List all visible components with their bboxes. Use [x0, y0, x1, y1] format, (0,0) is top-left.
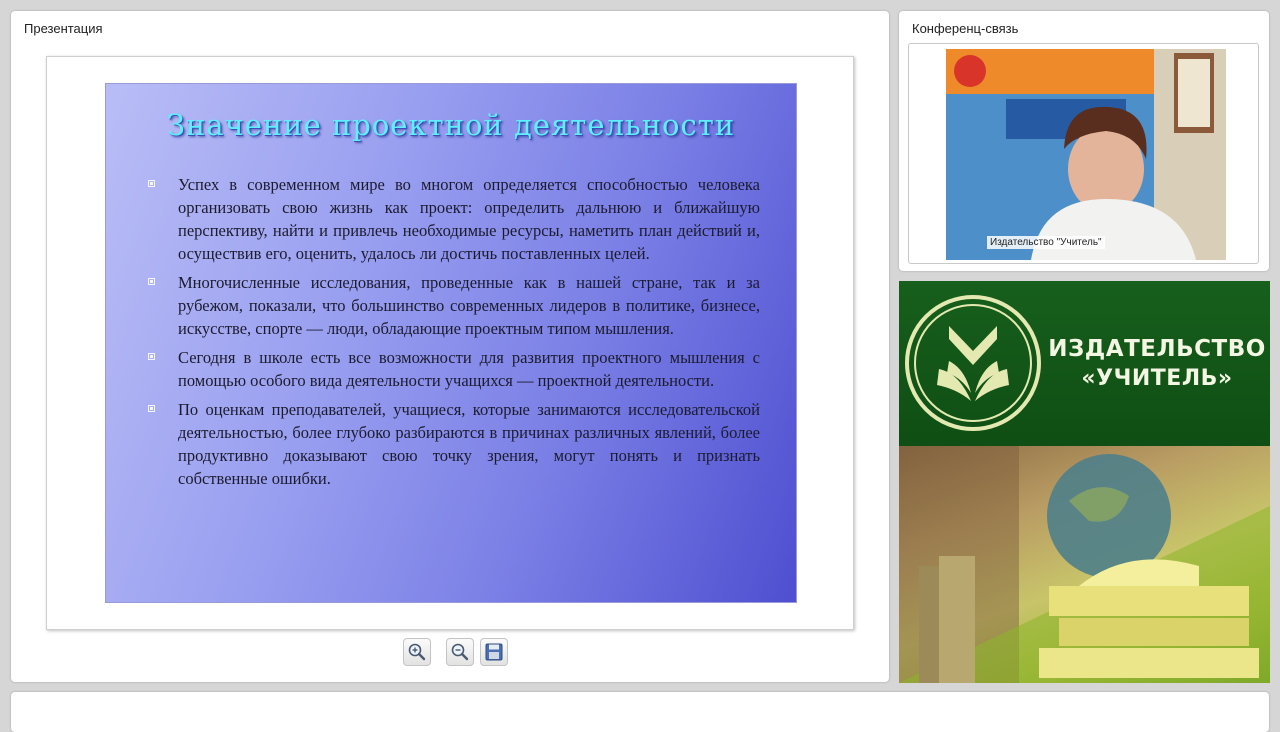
brand-name-line2: «УЧИТЕЛЬ» — [1081, 366, 1233, 391]
slide: Значение проектной деятельности Успех в … — [105, 83, 797, 603]
zoom-out-button[interactable] — [446, 638, 474, 666]
slide-bullet-text: Успех в современном мире во многом опред… — [178, 175, 760, 263]
floppy-disk-icon — [485, 643, 503, 661]
slide-bullet: Сегодня в школе есть все возможности для… — [146, 346, 760, 392]
zoom-in-button[interactable] — [403, 638, 431, 666]
presentation-panel: Презентация Значение проектной деятельно… — [11, 11, 889, 682]
save-button[interactable] — [480, 638, 508, 666]
banner-image — [899, 446, 1270, 683]
slide-bullet-list: Успех в современном мире во многом опред… — [146, 173, 760, 496]
books-globe-illustration — [899, 446, 1270, 683]
conference-panel: Конференц-связь Издательство "Учитель" — [899, 11, 1269, 271]
banner-header: ИЗДАТЕЛЬСТВО «УЧИТЕЛЬ» — [899, 281, 1270, 446]
participant-name-label: Издательство "Учитель" — [987, 236, 1105, 249]
slide-bullet-text: Многочисленные исследования, проведенные… — [178, 273, 760, 338]
bullet-square-icon — [148, 405, 155, 412]
brand-name-line1: ИЗДАТЕЛЬСТВО — [1048, 336, 1266, 362]
participant-video[interactable] — [946, 49, 1226, 260]
publisher-banner: ИЗДАТЕЛЬСТВО «УЧИТЕЛЬ» — [899, 281, 1270, 683]
slide-bullet-text: Сегодня в школе есть все возможности для… — [178, 348, 760, 390]
slide-viewport: Значение проектной деятельности Успех в … — [46, 56, 854, 630]
slide-bullet: Успех в современном мире во многом опред… — [146, 173, 760, 265]
conference-panel-title: Конференц-связь — [912, 21, 1019, 36]
slide-title: Значение проектной деятельности — [166, 108, 736, 142]
bottom-panel — [11, 692, 1269, 732]
video-scene — [946, 49, 1226, 260]
publisher-logo-icon — [905, 295, 1041, 431]
zoom-out-icon — [451, 643, 469, 661]
bullet-square-icon — [148, 180, 155, 187]
slide-bullet: По оценкам преподавателей, учащиеся, кот… — [146, 398, 760, 490]
zoom-in-icon — [408, 643, 426, 661]
bullet-square-icon — [148, 353, 155, 360]
slide-bullet-text: По оценкам преподавателей, учащиеся, кот… — [178, 400, 760, 488]
presentation-panel-title: Презентация — [24, 21, 103, 36]
video-frame: Издательство "Учитель" — [908, 43, 1259, 264]
bullet-square-icon — [148, 278, 155, 285]
slide-bullet: Многочисленные исследования, проведенные… — [146, 271, 760, 340]
